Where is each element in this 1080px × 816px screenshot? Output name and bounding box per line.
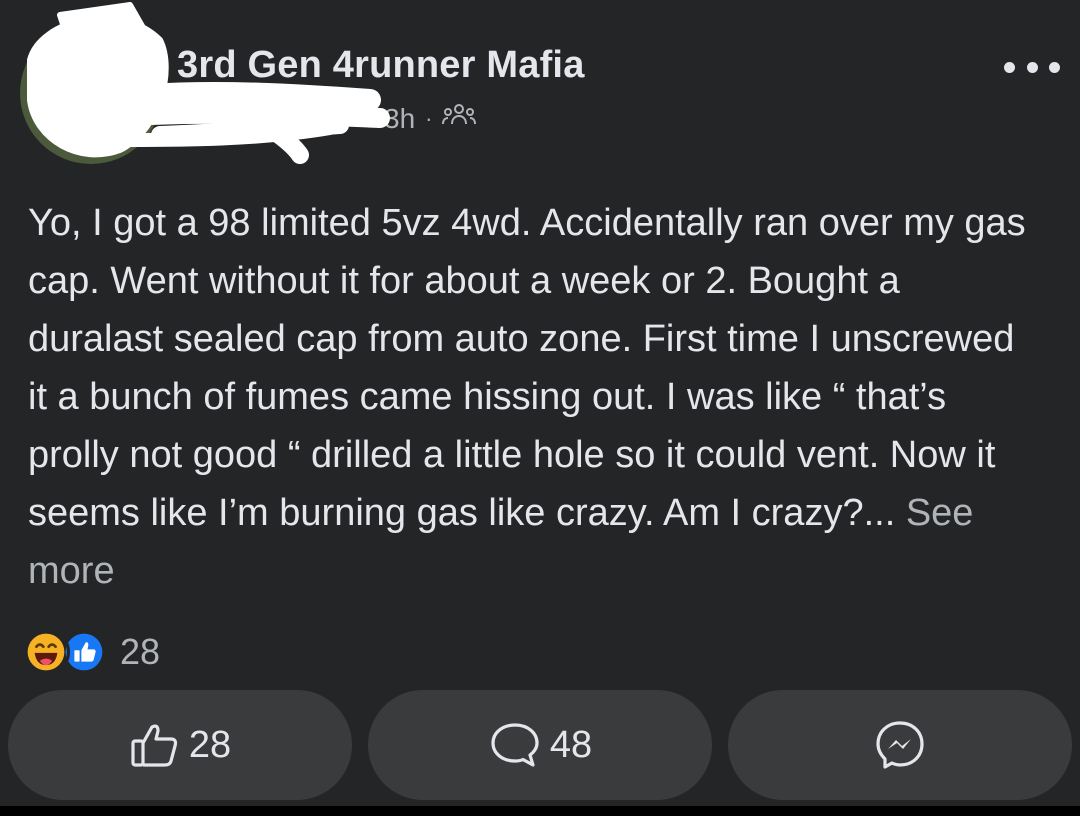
more-dot [1049, 61, 1060, 73]
more-dot [1004, 61, 1015, 73]
meta-separator: · [425, 105, 433, 131]
like-button[interactable]: 28 [8, 690, 352, 800]
comment-bubble-icon [491, 723, 539, 767]
post-card: 3rd Gen 4runner Mafia 3h · Yo, I got a 9… [0, 0, 1080, 806]
thumbs-up-icon [131, 724, 177, 767]
group-members-icon [442, 102, 477, 135]
bottom-edge [0, 806, 1080, 816]
like-count: 28 [188, 723, 232, 766]
haha-reaction-icon [22, 628, 70, 676]
send-messenger-button[interactable] [728, 690, 1072, 800]
more-options-button[interactable] [1004, 54, 1060, 80]
post-meta: 3h · [384, 102, 477, 135]
post-time[interactable]: 3h [384, 103, 415, 135]
redaction-scribble [27, 2, 390, 164]
post-body: Yo, I got a 98 limited 5vz 4wd. Accident… [28, 194, 1038, 600]
more-dot [1026, 61, 1038, 73]
comment-button[interactable]: 48 [368, 690, 712, 800]
avatar[interactable] [20, 22, 162, 164]
group-name[interactable]: 3rd Gen 4runner Mafia [177, 44, 585, 87]
reaction-count: 28 [120, 631, 161, 672]
comment-count: 48 [549, 723, 593, 766]
messenger-icon [876, 721, 924, 769]
reactions-summary[interactable]: 28 [22, 626, 160, 678]
post-body-text: Yo, I got a 98 limited 5vz 4wd. Accident… [28, 202, 1026, 534]
